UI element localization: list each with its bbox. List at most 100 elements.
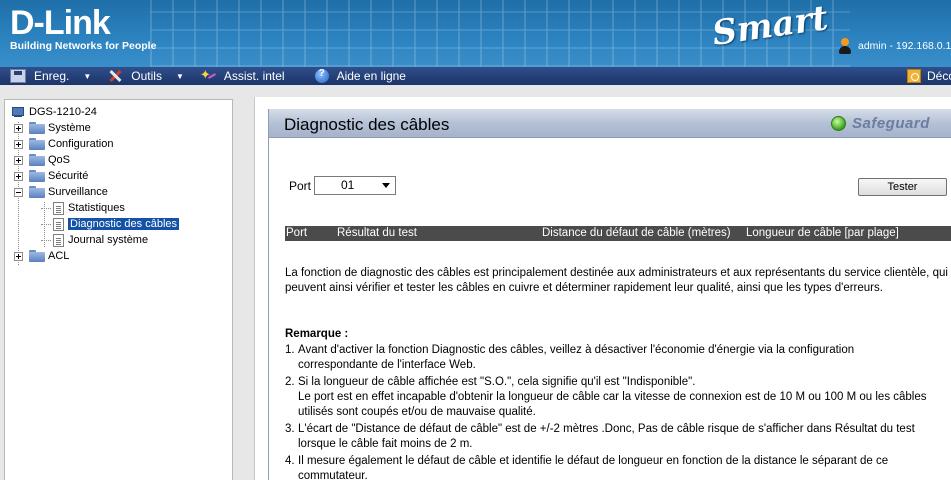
remark-line: correspondante de l'interface Web. [298,359,476,371]
column-test-result: Résultat du test [337,227,417,239]
column-cable-length: Longueur de câble [par plage] [746,227,899,239]
brand-name: D-Link [10,4,111,42]
results-table-header: Port Résultat du test Distance du défaut… [285,226,951,241]
safeguard-label: Safeguard [852,115,930,132]
tools-icon [107,69,123,83]
remark-line: L'écart de "Distance de défaut de câble"… [298,423,915,435]
remark-title: Remarque : [285,328,349,340]
remark-number: 1. [285,344,295,356]
menu-save-label: Enreg. [34,69,70,83]
remark-line: Si la longueur de câble affichée est "S.… [298,376,696,388]
remark-line: Le port est en effet incapable d'obtenir… [298,391,927,403]
tree-item-label: Surveillance [48,186,108,198]
expand-icon[interactable] [14,251,23,261]
page-icon [53,233,64,247]
tree-item-label: Configuration [48,138,114,150]
remark-line: Avant d'activer la fonction Diagnostic d… [298,344,855,356]
menu-save[interactable]: Enreg. ▼ [0,67,97,85]
tree-connector [41,207,51,209]
page-title: Diagnostic des câbles [284,115,450,134]
navigation-tree: DGS-1210-24 Système Configuration QoS Sé… [4,99,233,480]
logout-button[interactable]: Déconnexion [907,67,951,85]
menu-wizard[interactable]: Assist. intel [190,67,285,85]
remark-line: commutateur. [298,470,368,480]
folder-icon [29,170,45,182]
safeguard-status-icon [831,116,846,131]
column-fault-distance: Distance du défaut de câble (mètres) [542,227,731,239]
tree-item-label: QoS [48,154,71,166]
remark-item: 1. Avant d'activer la fonction Diagnosti… [285,343,951,373]
remark-number: 4. [285,455,295,467]
tree-connector [41,223,51,225]
description-text: La fonction de diagnostic des câbles est… [285,267,948,294]
tree-item-diagnostic-cables[interactable]: Diagnostic des câbles [5,216,232,232]
tree-item-configuration[interactable]: Configuration [5,136,232,152]
tree-item-label: Journal système [68,234,149,246]
collapse-icon[interactable] [14,187,23,197]
menu-help[interactable]: Aide en ligne [305,67,406,85]
menu-tools[interactable]: Outils ▼ [97,67,190,85]
expand-icon[interactable] [14,155,23,165]
switch-icon [11,106,25,118]
tree-item-label: ACL [48,250,70,262]
menu-tools-label: Outils [131,69,162,83]
port-select[interactable]: 01 [314,176,396,195]
tree-item-securite[interactable]: Sécurité [5,168,232,184]
header-banner: D-Link Building Networks for People Smar… [0,0,951,67]
user-info: admin - 192.168.0.1 [838,38,951,54]
brand-tagline: Building Networks for People [10,40,157,52]
tree-item-surveillance[interactable]: Surveillance [5,184,232,200]
help-icon [314,68,329,83]
remark-number: 2. [285,376,295,388]
floppy-disk-icon [10,69,26,83]
page-icon [53,217,64,231]
tree-item-label: Sécurité [48,170,89,182]
tree-item-label: Système [48,122,91,134]
dlink-logo: D-Link Building Networks for People [10,6,156,52]
tree-item-label: Statistiques [68,202,125,214]
tree-item-systeme[interactable]: Système [5,120,232,136]
folder-icon [29,122,45,134]
port-select-value: 01 [341,178,355,192]
sidebar: DGS-1210-24 Système Configuration QoS Sé… [0,85,240,480]
menu-wizard-label: Assist. intel [223,69,285,83]
chevron-down-icon [382,183,390,188]
tree-item-statistiques[interactable]: Statistiques [5,200,232,216]
safeguard-indicator: Safeguard [831,115,930,132]
expand-icon[interactable] [14,171,23,181]
remark-item: 3. L'écart de "Distance de défaut de câb… [285,422,951,452]
remarks-list: 1. Avant d'activer la fonction Diagnosti… [285,343,951,480]
tree-root-label: DGS-1210-24 [29,106,97,118]
port-label: Port [289,179,312,193]
cable-diagnostics-panel: Diagnostic des câbles Safeguard Port 01 … [268,109,951,480]
magic-wand-icon [200,67,216,83]
remark-line: Il mesure également le défaut de câble e… [298,455,889,467]
folder-open-icon [29,186,45,198]
user-icon [838,38,852,54]
test-button[interactable]: Tester [858,178,947,196]
remark-item: 2. Si la longueur de câble affichée est … [285,375,951,420]
logout-icon [907,69,921,83]
tree-item-journal-systeme[interactable]: Journal système [5,232,232,248]
tree-item-label-selected: Diagnostic des câbles [68,218,180,230]
logout-label: Déconnexion [927,69,951,83]
dropdown-arrow-icon: ▼ [83,71,92,81]
panel-title-bar: Diagnostic des câbles Safeguard [269,109,951,138]
folder-icon [29,250,45,262]
tree-item-qos[interactable]: QoS [5,152,232,168]
tree-item-acl[interactable]: ACL [5,248,232,264]
user-info-text: admin - 192.168.0.1 [858,40,951,52]
expand-icon[interactable] [14,139,23,149]
dropdown-arrow-icon: ▼ [175,71,184,81]
tree-root[interactable]: DGS-1210-24 [5,104,232,120]
remark-line: utilisés sont coupés et/ou de mauvaise q… [298,406,536,418]
expand-icon[interactable] [14,123,23,133]
remark-number: 3. [285,423,295,435]
menu-help-label: Aide en ligne [336,69,406,83]
folder-icon [29,154,45,166]
page-icon [53,201,64,215]
tree-connector [41,239,51,241]
folder-icon [29,138,45,150]
remark-item: 4. Il mesure également le défaut de câbl… [285,454,951,480]
remark-line: lorsque le câble fait moins de 2 m. [298,438,473,450]
